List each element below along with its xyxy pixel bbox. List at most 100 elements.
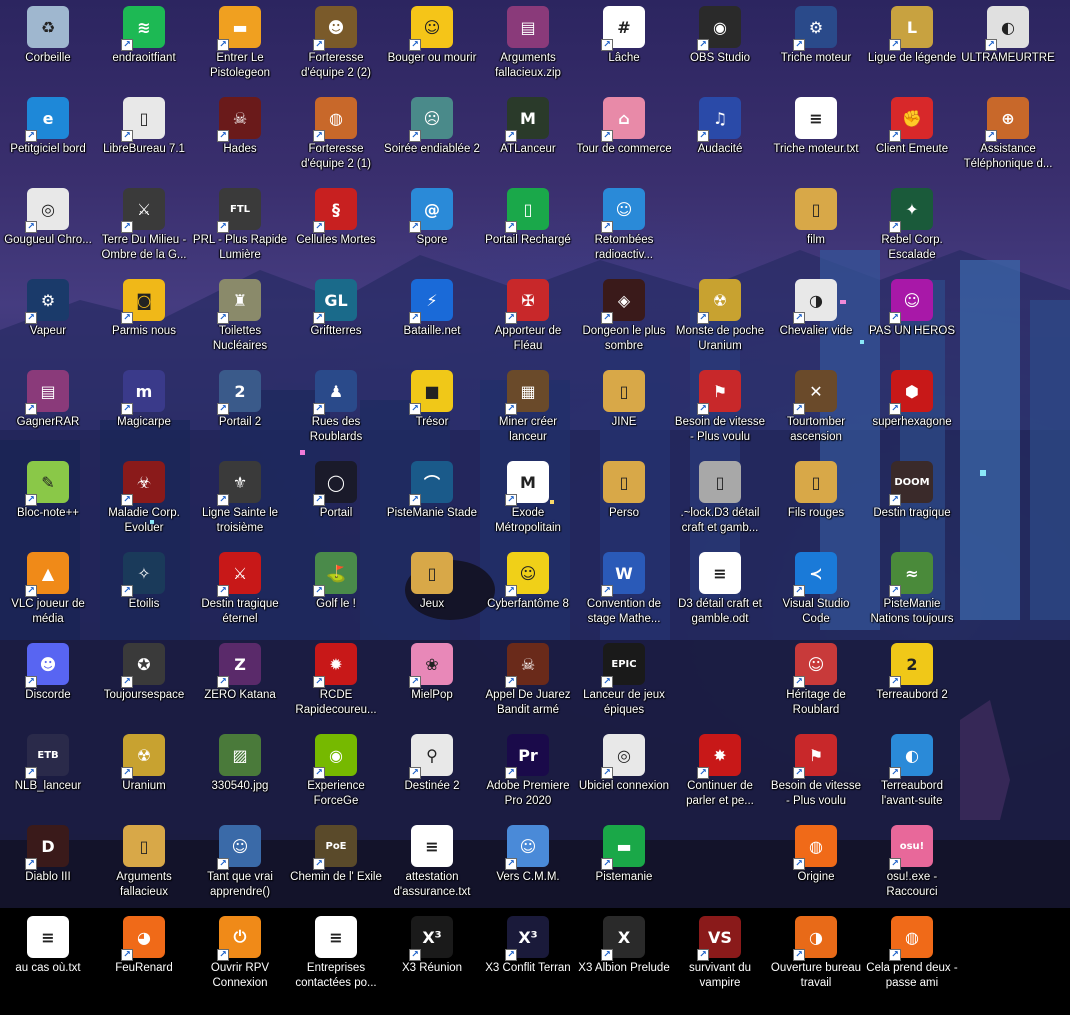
desktop-shortcut[interactable]: ✸ ↗ Continuer de parler et pe... [672, 728, 768, 818]
desktop-shortcut[interactable]: ☺ ↗ Retombées radioactiv... [576, 182, 672, 272]
desktop-shortcut[interactable]: ⚜ ↗ Ligne Sainte le troisième [192, 455, 288, 545]
desktop-shortcut[interactable]: GL ↗ Griftterres [288, 273, 384, 363]
desktop-shortcut[interactable]: ✹ ↗ RCDE Rapidecoureu... [288, 637, 384, 727]
desktop-shortcut[interactable]: 2 ↗ Terreaubord 2 [864, 637, 960, 727]
desktop-shortcut[interactable]: Z ↗ ZERO Katana [192, 637, 288, 727]
desktop-shortcut[interactable]: X ↗ X3 Albion Prelude [576, 910, 672, 1000]
desktop-shortcut[interactable]: ⚙ ↗ Vapeur [0, 273, 96, 363]
desktop-shortcut[interactable]: ▯ JINE [576, 364, 672, 454]
desktop-shortcut[interactable]: EPIC ↗ Lanceur de jeux épiques [576, 637, 672, 727]
desktop-shortcut[interactable]: ▯ ↗ LibreBureau 7.1 [96, 91, 192, 181]
desktop-shortcut[interactable]: ☺ ↗ Bouger ou mourir [384, 0, 480, 90]
desktop-shortcut[interactable]: FTL ↗ PRL - Plus Rapide Lumière [192, 182, 288, 272]
desktop-shortcut[interactable]: ◈ ↗ Dongeon le plus sombre [576, 273, 672, 363]
desktop-shortcut[interactable]: ❀ ↗ MielPop [384, 637, 480, 727]
desktop-shortcut[interactable]: ▯ Arguments fallacieux [96, 819, 192, 909]
desktop-shortcut[interactable]: ☺ ↗ Cyberfantôme 8 [480, 546, 576, 636]
desktop-shortcut[interactable]: ⚑ ↗ Besoin de vitesse - Plus voulu [672, 364, 768, 454]
desktop-shortcut[interactable]: ETB ↗ NLB_lanceur [0, 728, 96, 818]
desktop-shortcut[interactable]: ☺ ↗ PAS UN HEROS [864, 273, 960, 363]
desktop-shortcut[interactable]: ⊕ ↗ Assistance Téléphonique d... [960, 91, 1056, 181]
desktop-shortcut[interactable]: ◕ ↗ FeuRenard [96, 910, 192, 1000]
desktop-shortcut[interactable]: ⚲ ↗ Destinée 2 [384, 728, 480, 818]
desktop-shortcut[interactable]: ≈ ↗ PisteManie Nations toujours [864, 546, 960, 636]
desktop-shortcut[interactable]: ◯ ↗ Portail [288, 455, 384, 545]
desktop-shortcut[interactable]: ≡ Entreprises contactées po... [288, 910, 384, 1000]
desktop-shortcut[interactable]: ☺ ↗ Tant que vrai apprendre() [192, 819, 288, 909]
desktop-shortcut[interactable]: ⬢ ↗ superhexagone [864, 364, 960, 454]
desktop-shortcut[interactable]: ⚔ ↗ Terre Du Milieu - Ombre de la G... [96, 182, 192, 272]
desktop-shortcut[interactable]: ▨ 330540.jpg [192, 728, 288, 818]
desktop-shortcut[interactable]: L ↗ Ligue de légende [864, 0, 960, 90]
desktop-shortcut[interactable]: ♟ ↗ Rues des Roublards [288, 364, 384, 454]
desktop-shortcut[interactable]: ≡ attestation d'assurance.txt [384, 819, 480, 909]
desktop-shortcut[interactable]: ☻ ↗ Forteresse d'équipe 2 (2) [288, 0, 384, 90]
desktop-shortcut[interactable]: ♜ ↗ Toilettes Nucléaires [192, 273, 288, 363]
desktop-shortcut[interactable]: ◐ ↗ ULTRAMEURTRE [960, 0, 1056, 90]
desktop-shortcut[interactable]: ■ ↗ Trésor [384, 364, 480, 454]
desktop-shortcut[interactable]: ◍ ↗ Origine [768, 819, 864, 909]
desktop-shortcut[interactable]: 2 ↗ Portail 2 [192, 364, 288, 454]
desktop-shortcut[interactable]: ⌂ ↗ Tour de commerce [576, 91, 672, 181]
desktop-shortcut[interactable]: ▯ ↗ Portail Rechargé [480, 182, 576, 272]
desktop-shortcut[interactable]: X³ ↗ X3 Réunion [384, 910, 480, 1000]
desktop-shortcut[interactable]: ≋ ↗ endraoitfiant [96, 0, 192, 90]
desktop-shortcut[interactable]: osu! ↗ osu!.exe - Raccourci [864, 819, 960, 909]
desktop-shortcut[interactable]: ◉ ↗ Experience ForceGe [288, 728, 384, 818]
desktop-shortcut[interactable]: DOOM ↗ Destin tragique [864, 455, 960, 545]
desktop-shortcut[interactable]: ▲ ↗ VLC joueur de média [0, 546, 96, 636]
desktop-shortcut[interactable]: ◍ ↗ Forteresse d'équipe 2 (1) [288, 91, 384, 181]
desktop-shortcut[interactable]: ☠ ↗ Hades [192, 91, 288, 181]
desktop-shortcut[interactable]: ✕ ↗ Tourtomber ascension [768, 364, 864, 454]
desktop-shortcut[interactable]: ◑ ↗ Ouverture bureau travail [768, 910, 864, 1000]
desktop-shortcut[interactable]: ⚔ ↗ Destin tragique éternel [192, 546, 288, 636]
desktop-shortcut[interactable]: ◑ ↗ Chevalier vide [768, 273, 864, 363]
desktop-shortcut[interactable]: e ↗ Petitgiciel bord [0, 91, 96, 181]
desktop-shortcut[interactable]: ▯ .~lock.D3 détail craft et gamb... [672, 455, 768, 545]
desktop-shortcut[interactable]: ✧ ↗ Etoilis [96, 546, 192, 636]
desktop-shortcut[interactable]: ⏻ ↗ Ouvrir RPV Connexion [192, 910, 288, 1000]
desktop-shortcut[interactable]: ▯ Perso [576, 455, 672, 545]
desktop-shortcut[interactable]: ✠ ↗ Apporteur de Fléau [480, 273, 576, 363]
desktop-shortcut[interactable]: ✦ ↗ Rebel Corp. Escalade [864, 182, 960, 272]
desktop-shortcut[interactable]: ▤ ↗ GagnerRAR [0, 364, 96, 454]
desktop-shortcut[interactable]: § ↗ Cellules Mortes [288, 182, 384, 272]
desktop-shortcut[interactable]: ⚙ ↗ Triche moteur [768, 0, 864, 90]
desktop-shortcut[interactable]: M ↗ ATLanceur [480, 91, 576, 181]
desktop-shortcut[interactable]: ☢ ↗ Monste de poche Uranium [672, 273, 768, 363]
desktop-shortcut[interactable]: m ↗ Magicarpe [96, 364, 192, 454]
desktop-shortcut[interactable]: ◍ ↗ Cela prend deux - passe ami [864, 910, 960, 1000]
desktop-shortcut[interactable]: ✪ ↗ Toujoursespace [96, 637, 192, 727]
desktop-shortcut[interactable]: ⚡ ↗ Bataille.net [384, 273, 480, 363]
desktop-shortcut[interactable]: ☻ ↗ Discorde [0, 637, 96, 727]
desktop-shortcut[interactable]: ▯ Jeux [384, 546, 480, 636]
desktop-shortcut[interactable]: ≡ D3 détail craft et gamble.odt [672, 546, 768, 636]
desktop-shortcut[interactable]: # ↗ Lâche [576, 0, 672, 90]
desktop-shortcut[interactable]: ▤ Arguments fallacieux.zip [480, 0, 576, 90]
desktop-shortcut[interactable]: ☺ ↗ Vers C.M.M. [480, 819, 576, 909]
desktop-shortcut[interactable]: ▬ ↗ Pistemanie [576, 819, 672, 909]
desktop-shortcut[interactable]: Pr ↗ Adobe Premiere Pro 2020 [480, 728, 576, 818]
desktop-shortcut[interactable]: ≡ Triche moteur.txt [768, 91, 864, 181]
desktop-shortcut[interactable]: X³ ↗ X3 Conflit Terran [480, 910, 576, 1000]
desktop-shortcut[interactable]: ◎ ↗ Gougueul Chro... [0, 182, 96, 272]
desktop-shortcut[interactable]: PoE ↗ Chemin de l' Exile [288, 819, 384, 909]
desktop-shortcut[interactable]: ☺ ↗ Héritage de Roublard [768, 637, 864, 727]
desktop-shortcut[interactable]: ◉ ↗ OBS Studio [672, 0, 768, 90]
desktop-shortcut[interactable]: ⚑ ↗ Besoin de vitesse - Plus voulu [768, 728, 864, 818]
desktop-shortcut[interactable]: D ↗ Diablo III [0, 819, 96, 909]
desktop-shortcut[interactable]: ▯ film [768, 182, 864, 272]
desktop-shortcut[interactable]: M ↗ Exode Métropolitain [480, 455, 576, 545]
desktop-shortcut[interactable]: ▯ Fils rouges [768, 455, 864, 545]
desktop-shortcut[interactable]: ▬ ↗ Entrer Le Pistolegeon [192, 0, 288, 90]
desktop-shortcut[interactable]: VS ↗ survivant du vampire [672, 910, 768, 1000]
desktop-shortcut[interactable]: ≡ au cas où.txt [0, 910, 96, 1000]
desktop-shortcut[interactable]: ☢ ↗ Uranium [96, 728, 192, 818]
desktop-shortcut[interactable]: ◎ ↗ Ubiciel connexion [576, 728, 672, 818]
desktop-shortcut[interactable]: ◐ ↗ Terreaubord l'avant-suite [864, 728, 960, 818]
desktop-shortcut[interactable]: ☹ ↗ Soirée endiablée 2 [384, 91, 480, 181]
desktop-shortcut[interactable]: ♻ Corbeille [0, 0, 96, 90]
desktop-shortcut[interactable]: ✎ ↗ Bloc-note++ [0, 455, 96, 545]
desktop-shortcut[interactable]: W ↗ Convention de stage Mathe... [576, 546, 672, 636]
desktop-shortcut[interactable]: ✊ ↗ Client Emeute [864, 91, 960, 181]
